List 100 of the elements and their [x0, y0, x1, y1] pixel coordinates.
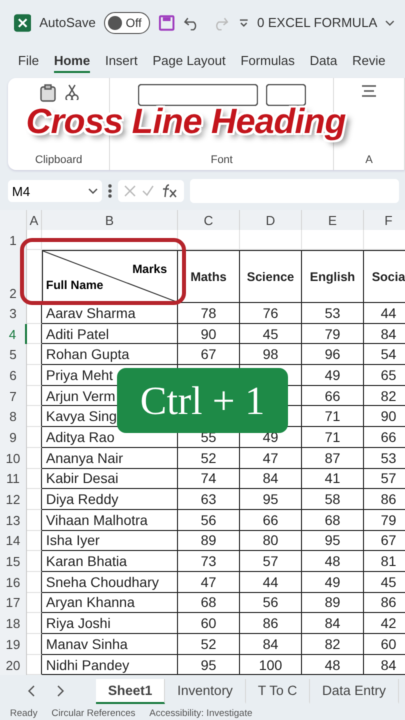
- table-cell: 96: [302, 344, 364, 366]
- table-cell: Ananya Nair: [42, 448, 178, 468]
- chevron-right-icon: [57, 685, 65, 698]
- table-cell: 44: [364, 303, 405, 324]
- row-header[interactable]: 8: [0, 406, 27, 428]
- column-header[interactable]: A: [27, 210, 42, 230]
- table-cell: 45: [364, 572, 405, 593]
- font-size-field: [266, 84, 306, 106]
- table-cell: 95: [178, 654, 240, 676]
- table-cell: 53: [302, 303, 364, 324]
- row-header[interactable]: 19: [0, 634, 27, 655]
- table-cell: 47: [240, 448, 302, 468]
- table-cell: Karan Bhatia: [42, 551, 178, 572]
- table-cell: Kabir Desai: [42, 468, 178, 490]
- column-header[interactable]: F: [364, 210, 405, 230]
- table-cell: Aarav Sharma: [42, 303, 178, 324]
- row-header[interactable]: 17: [0, 592, 27, 614]
- table-cell: Rohan Gupta: [42, 344, 178, 366]
- table-cell: 67: [364, 530, 405, 552]
- ribbon-tab[interactable]: Revie: [352, 50, 386, 73]
- cell-text: Marks: [132, 262, 167, 276]
- table-cell: 90: [178, 324, 240, 344]
- table-cell: 57: [240, 551, 302, 572]
- name-box[interactable]: M4: [8, 180, 102, 202]
- row-header[interactable]: 4: [0, 324, 27, 344]
- table-cell: 44: [240, 572, 302, 593]
- customize-icon[interactable]: [238, 16, 250, 28]
- row-header[interactable]: 9: [0, 427, 27, 448]
- row-header[interactable]: 20: [0, 654, 27, 676]
- table-cell: 78: [178, 303, 240, 324]
- table-cell: 42: [364, 613, 405, 634]
- row-header[interactable]: 15: [0, 551, 27, 572]
- table-cell: 89: [178, 530, 240, 552]
- table-cell: 74: [178, 468, 240, 490]
- row-header[interactable]: 5: [0, 344, 27, 366]
- table-cell: 82: [302, 634, 364, 655]
- ribbon-tab[interactable]: Page Layout: [152, 50, 226, 73]
- group-label: Clipboard: [35, 154, 82, 166]
- ribbon-tab[interactable]: Insert: [105, 50, 138, 73]
- sheet-tab[interactable]: Inventory: [165, 678, 246, 704]
- table-cell: 71: [302, 406, 364, 428]
- table-cell: Vihaan Malhotra: [42, 510, 178, 531]
- table-cell: 67: [178, 344, 240, 366]
- table-cell: 81: [364, 551, 405, 572]
- table-cell: 84: [240, 468, 302, 490]
- row-header[interactable]: 14: [0, 530, 27, 552]
- document-title[interactable]: 0 EXCEL FORMULA: [257, 15, 378, 30]
- table-cell: 86: [364, 489, 405, 510]
- row-header[interactable]: 1: [0, 230, 27, 250]
- ribbon-tab[interactable]: File: [18, 50, 39, 73]
- table-cell: 57: [364, 468, 405, 490]
- autosave-label: AutoSave: [39, 15, 96, 30]
- table-header-cell: Maths: [178, 250, 240, 303]
- table-header-cell: Science: [240, 250, 302, 303]
- table-cell: 100: [240, 654, 302, 676]
- table-cell: 73: [178, 551, 240, 572]
- table-cell: 90: [364, 406, 405, 428]
- table-cell: Riya Joshi: [42, 613, 178, 634]
- column-header[interactable]: D: [240, 210, 302, 230]
- row-header[interactable]: 18: [0, 613, 27, 634]
- table-cell: 49: [302, 365, 364, 386]
- save-icon[interactable]: [158, 14, 175, 32]
- row-header[interactable]: 10: [0, 448, 27, 468]
- status-text: Accessibility: Investigate: [149, 708, 252, 719]
- row-header[interactable]: 6: [0, 365, 27, 386]
- row-header[interactable]: 13: [0, 510, 27, 531]
- excel-logo-icon: [14, 14, 32, 32]
- ribbon-tab[interactable]: Home: [54, 50, 90, 73]
- table-cell: 65: [364, 365, 405, 386]
- ribbon-tab[interactable]: Data: [310, 50, 338, 73]
- table-cell: Aryan Khanna: [42, 592, 178, 614]
- column-header[interactable]: B: [42, 210, 178, 230]
- cell-text: Full Name: [46, 278, 104, 292]
- table-cell: 89: [302, 592, 364, 614]
- table-cell: 66: [364, 427, 405, 448]
- chevron-icon[interactable]: [385, 18, 395, 26]
- table-cell: 41: [302, 468, 364, 490]
- table-cell: 79: [302, 324, 364, 344]
- table-cell: 56: [240, 592, 302, 614]
- table-cell: 52: [178, 448, 240, 468]
- check-icon[interactable]: [142, 185, 154, 197]
- ribbon-tab[interactable]: Formulas: [240, 50, 295, 73]
- autosave-toggle[interactable]: Off: [104, 12, 150, 34]
- sheet-tab[interactable]: T To C: [246, 678, 310, 704]
- column-header[interactable]: C: [178, 210, 240, 230]
- row-header[interactable]: 12: [0, 489, 27, 510]
- row-header[interactable]: 7: [0, 386, 27, 406]
- table-cell: 56: [178, 510, 240, 531]
- status-text: Circular References: [51, 708, 136, 719]
- table-cell: 53: [364, 448, 405, 468]
- row-header[interactable]: 11: [0, 468, 27, 490]
- column-header[interactable]: E: [302, 210, 364, 230]
- sheet-tab[interactable]: Data Entry: [310, 678, 399, 704]
- row-header[interactable]: 16: [0, 572, 27, 593]
- table-cell: 95: [240, 489, 302, 510]
- sheet-tab[interactable]: Sheet1: [96, 678, 166, 704]
- table-cell: Aditi Patel: [42, 324, 178, 344]
- row-header[interactable]: 3: [0, 303, 27, 324]
- table-cell: 86: [240, 613, 302, 634]
- function-icon[interactable]: [160, 184, 178, 198]
